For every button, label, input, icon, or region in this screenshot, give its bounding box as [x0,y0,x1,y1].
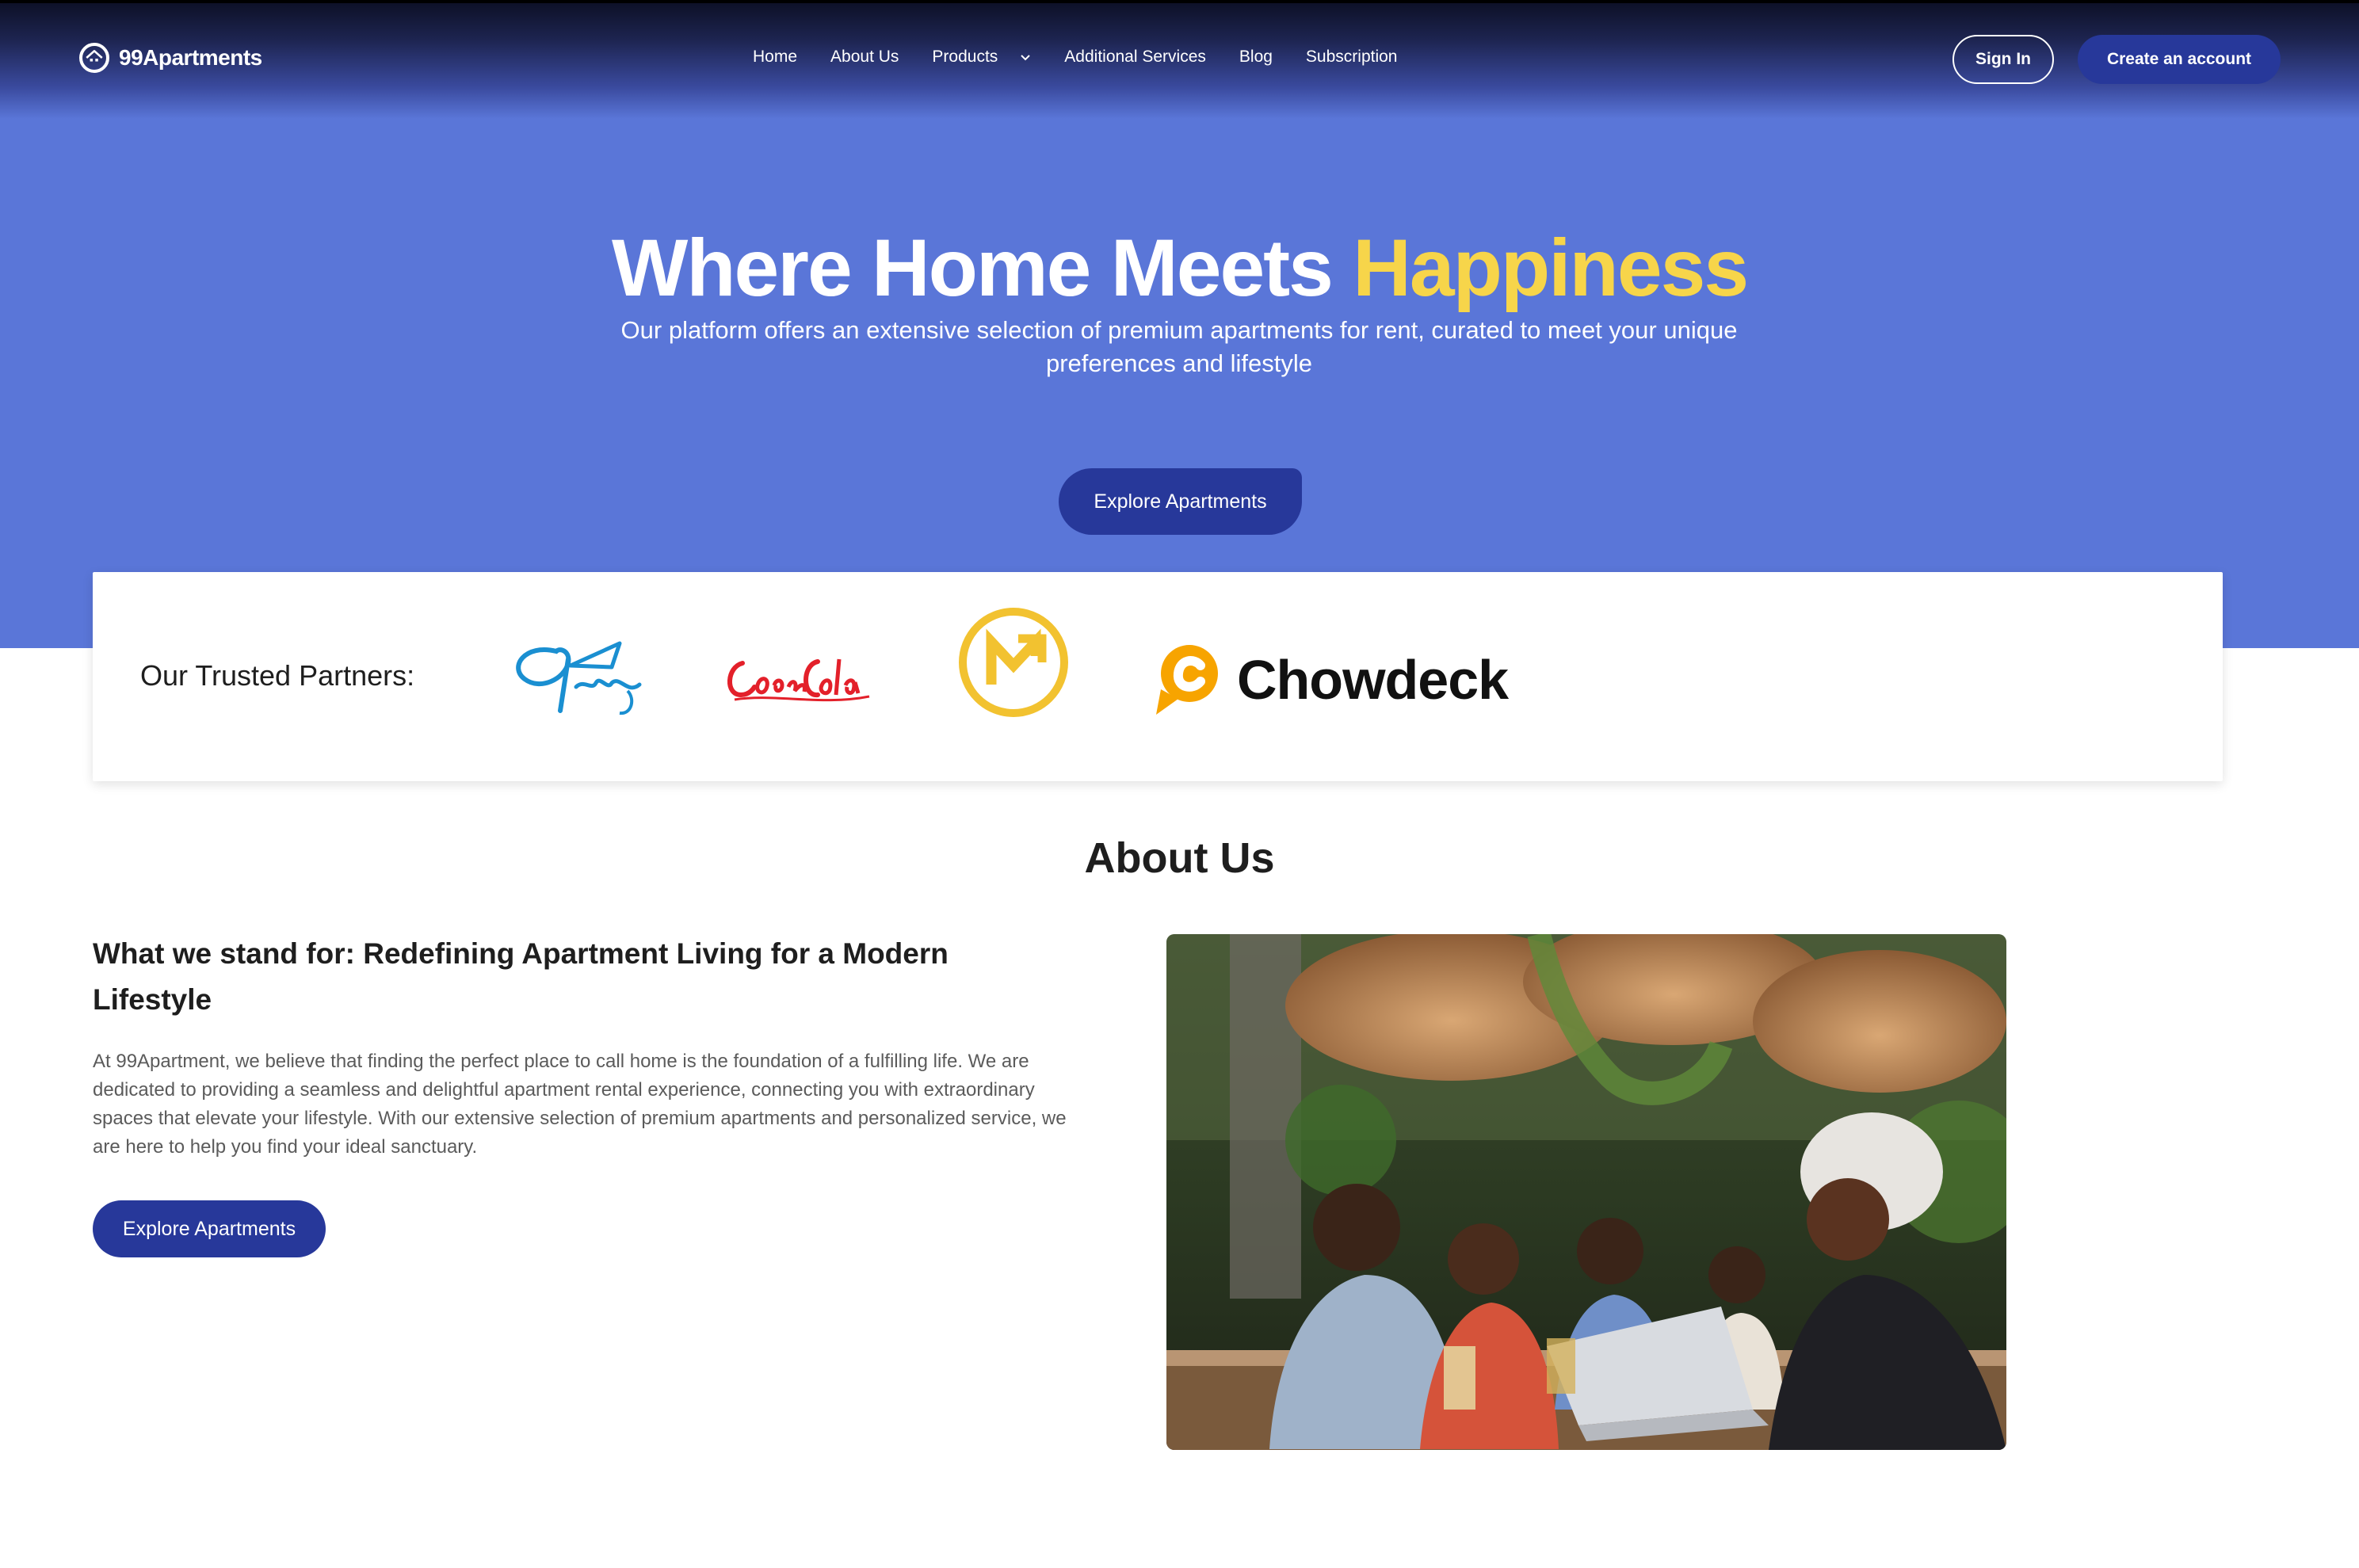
main-nav: Home About Us Products Additional Servic… [753,48,1430,67]
9redge-logo [516,641,642,715]
about-subheading: What we stand for: Redefining Apartment … [93,937,949,1016]
chowdeck-logo: Chowdeck [1155,642,1509,718]
about-heading: About Us [1084,834,1275,882]
hero-section: 99Apartments Home About Us Products Addi… [0,0,2359,648]
nav-subscription[interactable]: Subscription [1306,48,1398,67]
about-body: At 99Apartment, we believe that finding … [93,1051,1067,1158]
partners-label: Our Trusted Partners: [140,659,415,692]
partners-card: Our Trusted Partners: Chowdeck [93,572,2223,781]
hero-explore-button[interactable]: Explore Apartments [1059,468,1302,535]
chowdeck-wordmark: Chowdeck [1237,649,1509,711]
m-partner-logo [959,608,1068,717]
chevron-down-icon [1021,55,1031,61]
hero-title-main: Where Home Meets [611,223,1334,313]
nav-additional-services[interactable]: Additional Services [1064,48,1206,67]
about-explore-button[interactable]: Explore Apartments [93,1200,326,1257]
hero-title-accent: Happiness [1353,223,1749,313]
hero-title: Where Home Meets Happiness [0,220,2359,315]
nav-about[interactable]: About Us [830,48,899,67]
about-photo [1166,934,2006,1450]
hero-subtitle: Our platform offers an extensive selecti… [620,316,1738,377]
brand-logo[interactable]: 99Apartments [79,43,262,73]
sign-in-button[interactable]: Sign In [1952,35,2054,84]
brand-name: 99Apartments [119,45,262,70]
nav-products[interactable]: Products [932,48,1031,67]
nav-home[interactable]: Home [753,48,797,67]
nav-products-label: Products [932,48,998,66]
coca-cola-logo [727,658,870,702]
navbar: 99Apartments Home About Us Products Addi… [0,0,2359,119]
chowdeck-icon [1156,645,1218,715]
nav-blog[interactable]: Blog [1239,48,1273,67]
create-account-button[interactable]: Create an account [2078,35,2281,84]
cafe-group-photo [1166,934,2006,1450]
house-icon [79,43,109,73]
